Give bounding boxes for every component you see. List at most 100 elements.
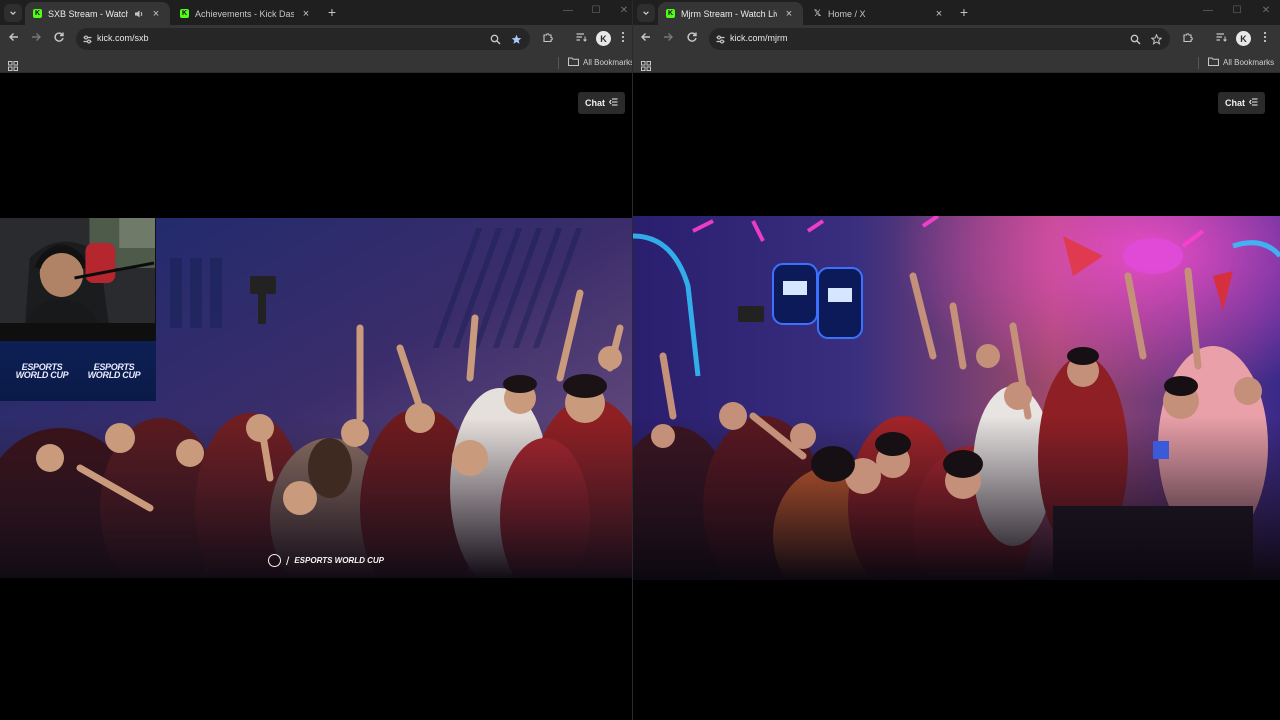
forward-arrow-icon <box>30 30 42 48</box>
browser-menu-button[interactable] <box>618 31 628 47</box>
bookmarks-bar: All Bookmarks <box>0 53 632 73</box>
collapse-chat-icon <box>608 98 618 108</box>
tab-search-button[interactable] <box>637 4 655 22</box>
tab-home-x[interactable]: 𝕏 Home / X × <box>805 2 953 25</box>
url-text: kick.com/sxb <box>97 33 149 43</box>
site-settings-icon[interactable] <box>80 32 94 46</box>
new-tab-button[interactable]: + <box>956 5 972 19</box>
bookmarks-divider <box>558 57 559 69</box>
chat-toggle-button[interactable]: Chat <box>1218 92 1265 114</box>
back-arrow-icon <box>8 30 20 48</box>
kick-page-sxb: Chat ESPORTS WORLD CUP ESPORTS WORLD CUP… <box>0 74 632 720</box>
zoom-icon[interactable] <box>1128 32 1142 46</box>
crowd-scene-image <box>633 216 1280 580</box>
apps-grid-icon[interactable] <box>8 58 18 71</box>
tab-title: Achievements - Kick Dashboard <box>195 8 294 19</box>
folder-icon <box>568 57 579 68</box>
media-queue-icon <box>1215 30 1227 48</box>
extensions-button[interactable] <box>1180 31 1196 47</box>
maximize-button[interactable]: ☐ <box>1230 5 1244 16</box>
tab-achievements[interactable]: K Achievements - Kick Dashboard × <box>172 2 320 25</box>
bookmark-star-icon[interactable] <box>1149 32 1163 46</box>
kick-logo-icon: K <box>666 9 675 18</box>
streamer-webcam <box>0 218 156 341</box>
profile-avatar[interactable]: K <box>596 31 611 46</box>
apps-grid-icon[interactable] <box>641 58 651 71</box>
back-button[interactable] <box>6 31 22 47</box>
chat-label: Chat <box>1225 98 1245 108</box>
minimize-button[interactable]: — <box>1201 5 1215 16</box>
toolbar: kick.com/mjrm K <box>633 25 1280 53</box>
more-vertical-icon <box>1263 30 1267 48</box>
browser-window-left: K SXB Stream - Watch Live on Kick × K Ac… <box>0 0 632 720</box>
video-player-sxb[interactable]: ESPORTS WORLD CUP ESPORTS WORLD CUP / ES… <box>0 218 632 578</box>
tab-sxb-stream[interactable]: K SXB Stream - Watch Live on Kick × <box>25 2 170 25</box>
zoom-icon[interactable] <box>488 32 502 46</box>
close-tab-icon[interactable]: × <box>150 8 162 20</box>
toolbar: kick.com/sxb K <box>0 25 632 53</box>
esports-world-cup-logo: ESPORTS WORLD CUP <box>15 362 69 380</box>
close-tab-icon[interactable]: × <box>783 8 795 20</box>
close-window-button[interactable]: ✕ <box>1259 5 1273 16</box>
x-logo-icon: 𝕏 <box>813 8 822 18</box>
tab-mjrm-stream[interactable]: K Mjrm Stream - Watch Live on Kick × <box>658 2 803 25</box>
forward-button[interactable] <box>28 31 44 47</box>
browser-window-right: K Mjrm Stream - Watch Live on Kick × 𝕏 H… <box>633 0 1280 720</box>
tab-title: SXB Stream - Watch Live on Kick <box>48 8 128 19</box>
video-player-mjrm[interactable] <box>633 216 1280 580</box>
profile-avatar[interactable]: K <box>1236 31 1251 46</box>
url-text: kick.com/mjrm <box>730 33 788 43</box>
tab-strip: K Mjrm Stream - Watch Live on Kick × 𝕏 H… <box>633 0 1280 25</box>
kick-page-mjrm: Chat <box>633 74 1280 720</box>
address-bar[interactable]: kick.com/mjrm <box>709 28 1170 50</box>
kick-logo-icon: K <box>33 9 42 18</box>
minimize-button[interactable]: — <box>561 5 575 16</box>
esports-world-cup-logo: ESPORTS WORLD CUP <box>87 362 141 380</box>
chat-toggle-button[interactable]: Chat <box>578 92 625 114</box>
all-bookmarks-button[interactable]: All Bookmarks <box>568 57 632 68</box>
close-tab-icon[interactable]: × <box>300 8 312 20</box>
all-bookmarks-label: All Bookmarks <box>583 58 632 67</box>
back-button[interactable] <box>638 31 654 47</box>
close-tab-icon[interactable]: × <box>933 8 945 20</box>
address-bar[interactable]: kick.com/sxb <box>76 28 530 50</box>
puzzle-icon <box>542 30 554 48</box>
esports-world-cup-banner: ESPORTS WORLD CUP ESPORTS WORLD CUP <box>0 341 156 401</box>
reload-icon <box>686 30 698 48</box>
speaker-icon[interactable] <box>134 9 144 19</box>
new-tab-button[interactable]: + <box>324 5 340 19</box>
extensions-button[interactable] <box>540 31 556 47</box>
tab-title: Home / X <box>828 8 866 19</box>
puzzle-icon <box>1182 30 1194 48</box>
reload-button[interactable] <box>51 31 67 47</box>
collapse-chat-icon <box>1248 98 1258 108</box>
watermark-separator: / <box>286 553 290 568</box>
chevron-down-icon <box>642 4 650 22</box>
bookmarks-bar: All Bookmarks <box>633 53 1280 73</box>
tab-title: Mjrm Stream - Watch Live on Kick <box>681 8 777 19</box>
site-settings-icon[interactable] <box>713 32 727 46</box>
media-queue-icon <box>575 30 587 48</box>
maximize-button[interactable]: ☐ <box>589 5 603 16</box>
media-controls-button[interactable] <box>573 31 589 47</box>
broadcast-watermark: / ESPORTS WORLD CUP <box>268 554 384 567</box>
chat-label: Chat <box>585 98 605 108</box>
reload-button[interactable] <box>684 31 700 47</box>
more-vertical-icon <box>621 30 625 48</box>
kick-logo-icon: K <box>180 9 189 18</box>
bookmarks-divider <box>1198 57 1199 69</box>
watermark-text: ESPORTS WORLD CUP <box>294 555 384 565</box>
tab-search-button[interactable] <box>4 4 22 22</box>
close-window-button[interactable]: ✕ <box>617 5 631 16</box>
tab-strip: K SXB Stream - Watch Live on Kick × K Ac… <box>0 0 632 25</box>
media-controls-button[interactable] <box>1213 31 1229 47</box>
reload-icon <box>53 30 65 48</box>
folder-icon <box>1208 57 1219 68</box>
chevron-down-icon <box>9 4 17 22</box>
forward-button[interactable] <box>660 31 676 47</box>
browser-menu-button[interactable] <box>1260 31 1270 47</box>
all-bookmarks-button[interactable]: All Bookmarks <box>1208 57 1274 68</box>
forward-arrow-icon <box>662 30 674 48</box>
back-arrow-icon <box>640 30 652 48</box>
bookmark-star-icon[interactable] <box>509 32 523 46</box>
